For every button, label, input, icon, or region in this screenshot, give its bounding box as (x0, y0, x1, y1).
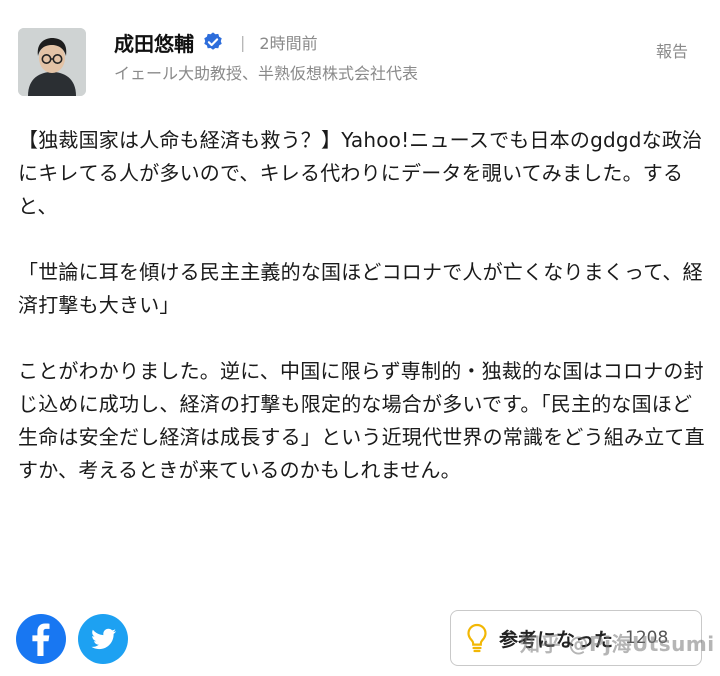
author-name[interactable]: 成田悠輔 (114, 28, 194, 57)
comment-paragraph: ことがわかりました。逆に、中国に限らず専制的・独裁的な国はコロナの封じ込めに成功… (18, 359, 705, 482)
comment-paragraph: 「世論に耳を傾ける民主主義的な国ほどコロナで人が亡くなりまくって、経済打撃も大き… (18, 260, 703, 317)
comment-body: 【独裁国家は人命も経済も救う？】Yahoo!ニュースでも日本のgdgdな政治にキ… (18, 124, 708, 487)
lightbulb-icon (467, 623, 487, 653)
verified-badge-icon (202, 31, 224, 53)
post-timestamp: 2時間前 (259, 34, 318, 53)
header-separator: | (240, 32, 246, 52)
twitter-icon (91, 628, 117, 650)
facebook-icon (32, 623, 50, 656)
author-header: 成田悠輔 | 2時間前 (114, 28, 318, 56)
comment-paragraph: 【独裁国家は人命も経済も救う？】Yahoo!ニュースでも日本のgdgdな政治にキ… (18, 128, 703, 218)
twitter-share-button[interactable] (78, 614, 128, 664)
avatar[interactable] (18, 28, 86, 96)
author-title: イェール大助教授、半熟仮想株式会社代表 (114, 64, 419, 83)
report-button[interactable]: 報告 (656, 38, 688, 62)
watermark: 知乎 @Pj海Utsumi (520, 632, 715, 656)
facebook-share-button[interactable] (16, 614, 66, 664)
